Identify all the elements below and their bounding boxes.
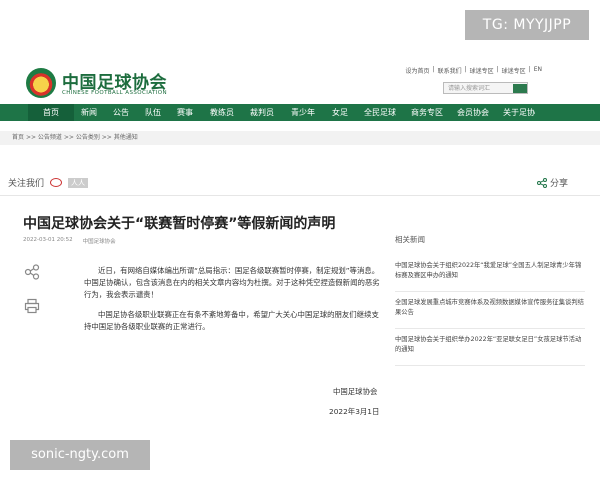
article-signature: 中国足球协会 xyxy=(333,387,378,396)
nav-item-womens[interactable]: 女足 xyxy=(324,104,356,121)
breadcrumb-notice-category[interactable]: 公告类别 xyxy=(76,134,100,141)
share-icon[interactable] xyxy=(24,264,40,280)
site-header: 中国足球协会 CHINESE FOOTBALL ASSOCIATION 设为首页… xyxy=(0,60,600,104)
search-button[interactable] xyxy=(513,84,527,93)
nav-item-members[interactable]: 会员协会 xyxy=(450,104,496,121)
related-news-item[interactable]: 中国足球协会关于组织举办2022年“亚足联女足日”女孩足球节活动的通知 xyxy=(395,329,585,366)
weibo-icon[interactable] xyxy=(50,178,63,187)
cfa-emblem-icon[interactable] xyxy=(26,68,56,98)
related-news-item[interactable]: 中国足球协会关于组织2022年“我爱足球”全国五人制足球青少年锦标赛及赛区申办的… xyxy=(395,255,585,292)
article-meta: 2022-03-01 20:52 中国足球协会 xyxy=(23,237,116,245)
top-link-separator: | xyxy=(496,66,499,73)
watermark-tg: TG: MYYJJPP xyxy=(465,10,589,40)
top-link-fans-2[interactable]: 球迷专区 xyxy=(502,66,526,75)
nav-item-grassroots[interactable]: 全民足球 xyxy=(356,104,404,121)
nav-item-home[interactable]: 首页 xyxy=(28,104,74,121)
nav-item-referees[interactable]: 裁判员 xyxy=(242,104,282,121)
breadcrumb-separator: >> xyxy=(101,134,112,141)
top-link-homepage[interactable]: 设为首页 xyxy=(406,66,430,75)
top-link-separator: | xyxy=(432,66,435,73)
article-title: 中国足球协会关于“联赛暂时停赛”等假新闻的声明 xyxy=(23,216,336,232)
watermark-site: sonic-ngty.com xyxy=(10,440,150,470)
nav-item-business[interactable]: 商务专区 xyxy=(404,104,450,121)
nav-item-youth[interactable]: 青少年 xyxy=(282,104,324,121)
share-button[interactable]: 分享 xyxy=(537,176,568,189)
top-link-contact[interactable]: 联系我们 xyxy=(438,66,462,75)
follow-bar: 关注我们 人人 xyxy=(8,176,89,189)
breadcrumb-separator: >> xyxy=(25,134,36,141)
article-source: 中国足球协会 xyxy=(82,239,116,245)
logo-title-en: CHINESE FOOTBALL ASSOCIATION xyxy=(62,90,167,96)
nav-item-news[interactable]: 新闻 xyxy=(74,104,104,121)
nav-item-about[interactable]: 关于足协 xyxy=(496,104,542,121)
related-news-list: 中国足球协会关于组织2022年“我爱足球”全国五人制足球青少年锦标赛及赛区申办的… xyxy=(395,255,585,366)
breadcrumb-notice-channel[interactable]: 公告频道 xyxy=(38,134,62,141)
article-date: 2022-03-01 20:52 xyxy=(23,237,73,243)
print-icon[interactable] xyxy=(24,298,40,314)
article-sign-date: 2022年3月1日 xyxy=(329,407,380,416)
breadcrumb: 首页 >> 公告频道 >> 公告类别 >> 其他通知 xyxy=(0,131,600,145)
top-link-separator: | xyxy=(464,66,467,73)
breadcrumb-separator: >> xyxy=(63,134,74,141)
top-links: 设为首页 | 联系我们 | 球迷专区 | 球迷专区 | EN xyxy=(406,66,542,75)
related-news-heading: 相关新闻 xyxy=(395,235,425,244)
nav-item-matches[interactable]: 赛事 xyxy=(168,104,202,121)
main-nav: 首页 新闻 公告 队伍 赛事 教练员 裁判员 青少年 女足 全民足球 商务专区 … xyxy=(0,104,600,121)
article-body: 近日，有网络自媒体编出所谓“总局指示：国足各级联赛暂时停赛，制定规划”等消息。中… xyxy=(84,265,382,341)
article-paragraph: 中国足协各级职业联赛正在有条不紊地筹备中，希望广大关心中国足球的朋友们继续支持中… xyxy=(84,310,379,331)
share-label: 分享 xyxy=(550,179,569,189)
breadcrumb-home[interactable]: 首页 xyxy=(12,134,24,141)
nav-item-coaches[interactable]: 教练员 xyxy=(202,104,242,121)
follow-label: 关注我们 xyxy=(8,179,45,189)
renren-icon[interactable]: 人人 xyxy=(68,177,89,188)
top-link-separator: | xyxy=(528,66,531,73)
divider xyxy=(0,195,600,196)
article-side-tools xyxy=(24,264,40,314)
related-news-item[interactable]: 全国足球发展重点城市竞赛体系及视频数据媒体宣传服务征集谈判结果公告 xyxy=(395,292,585,329)
nav-item-notices[interactable]: 公告 xyxy=(104,104,138,121)
top-link-fans[interactable]: 球迷专区 xyxy=(470,66,494,75)
share-icon xyxy=(537,177,547,188)
article-paragraph: 近日，有网络自媒体编出所谓“总局指示：国足各级联赛暂时停赛，制定规划”等消息。中… xyxy=(84,266,380,299)
nav-item-teams[interactable]: 队伍 xyxy=(138,104,168,121)
breadcrumb-other-notices[interactable]: 其他通知 xyxy=(114,134,138,141)
top-link-english[interactable]: EN xyxy=(534,66,542,75)
